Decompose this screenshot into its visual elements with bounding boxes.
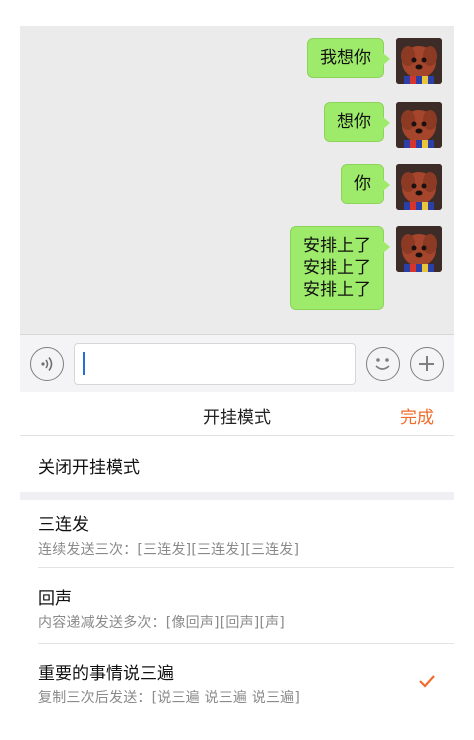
avatar-dog-image [396,226,442,272]
option-subtitle: 连续发送三次：[三连发][三连发][三连发] [38,542,300,558]
message-row: 我想你 [307,38,442,84]
option-close-mode[interactable]: 关闭开挂模式 [20,436,454,492]
avatar[interactable] [396,226,442,272]
done-button[interactable]: 完成 [400,403,434,428]
voice-wave-icon [41,357,53,371]
message-row: 你 [341,164,442,210]
avatar-dog-image [396,102,442,148]
sheet-header: 开挂模式 完成 [20,392,454,436]
avatar-dog-image [396,38,442,84]
text-caret [83,352,85,375]
message-input[interactable] [74,343,356,385]
message-bubble[interactable]: 安排上了 安排上了 安排上了 [290,226,390,310]
message-bubble[interactable]: 你 [341,164,390,204]
option-title: 关闭开挂模式 [38,458,140,478]
sheet-title: 开挂模式 [203,408,271,428]
option-title: 三连发 [38,515,89,535]
input-bar [20,334,454,392]
message-bubble[interactable]: 我想你 [307,38,390,78]
option-subtitle: 复制三次后发送：[说三遍 说三遍 说三遍] [38,690,301,706]
phone-screen: 我想你 想你 你 安排上了 安排上了 安排上了 开挂模式 完成 关闭开挂模式 三… [20,26,454,714]
emoji-button[interactable] [366,347,400,381]
option-say-three-times[interactable]: 重要的事情说三遍 复制三次后发送：[说三遍 说三遍 说三遍] [20,644,454,714]
option-triple-send[interactable]: 三连发 连续发送三次：[三连发][三连发][三连发] [20,500,454,568]
more-plus-button[interactable] [410,347,444,381]
avatar[interactable] [396,164,442,210]
message-bubble[interactable]: 想你 [324,102,390,142]
smiley-icon [375,358,390,370]
option-title: 回声 [38,589,72,609]
voice-input-button[interactable] [30,347,64,381]
message-row: 安排上了 安排上了 安排上了 [290,226,442,310]
option-subtitle: 内容递减发送多次：[像回声][回声][声] [38,615,285,631]
chat-area[interactable]: 我想你 想你 你 安排上了 安排上了 安排上了 [20,26,454,334]
message-row: 想你 [324,102,442,148]
avatar[interactable] [396,102,442,148]
avatar[interactable] [396,38,442,84]
option-title: 重要的事情说三遍 [38,664,174,684]
option-echo[interactable]: 回声 内容递减发送多次：[像回声][回声][声] [20,568,454,644]
cheat-mode-sheet: 开挂模式 完成 关闭开挂模式 三连发 连续发送三次：[三连发][三连发][三连发… [20,392,454,714]
avatar-dog-image [396,164,442,210]
checkmark-icon [419,675,435,688]
